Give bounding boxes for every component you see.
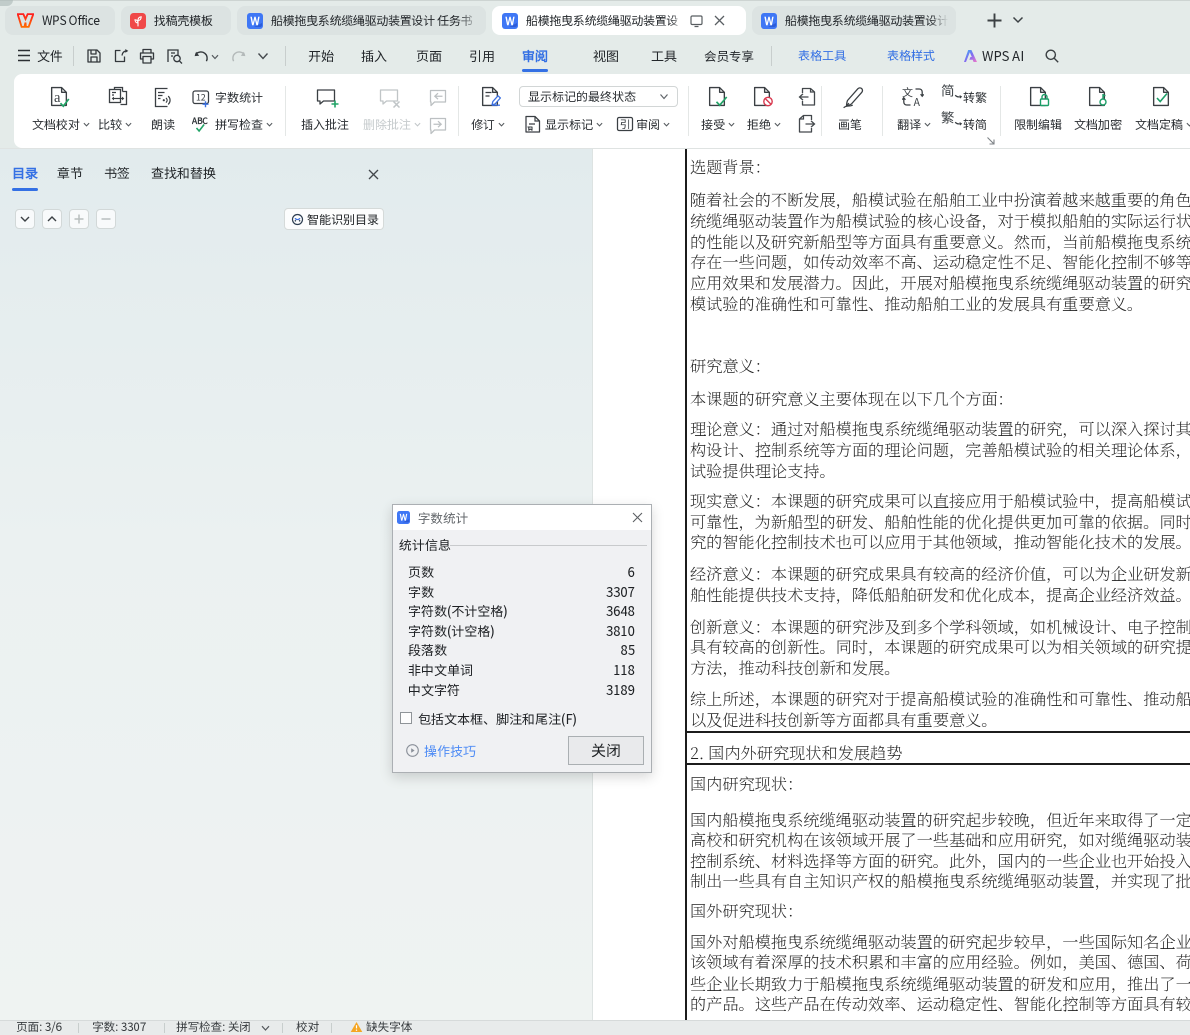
svg-text:W: W xyxy=(250,13,260,28)
svg-text:a: a xyxy=(54,90,61,106)
svg-text:W: W xyxy=(400,512,408,524)
svg-text:引: 引 xyxy=(620,117,631,132)
svg-text:繁: 繁 xyxy=(941,109,955,127)
svg-text:简: 简 xyxy=(941,82,955,100)
svg-text:W: W xyxy=(764,13,774,28)
svg-text:W: W xyxy=(505,13,515,28)
svg-text:12: 12 xyxy=(196,90,206,103)
svg-text:ABC: ABC xyxy=(192,116,208,127)
svg-text:A: A xyxy=(914,95,921,108)
